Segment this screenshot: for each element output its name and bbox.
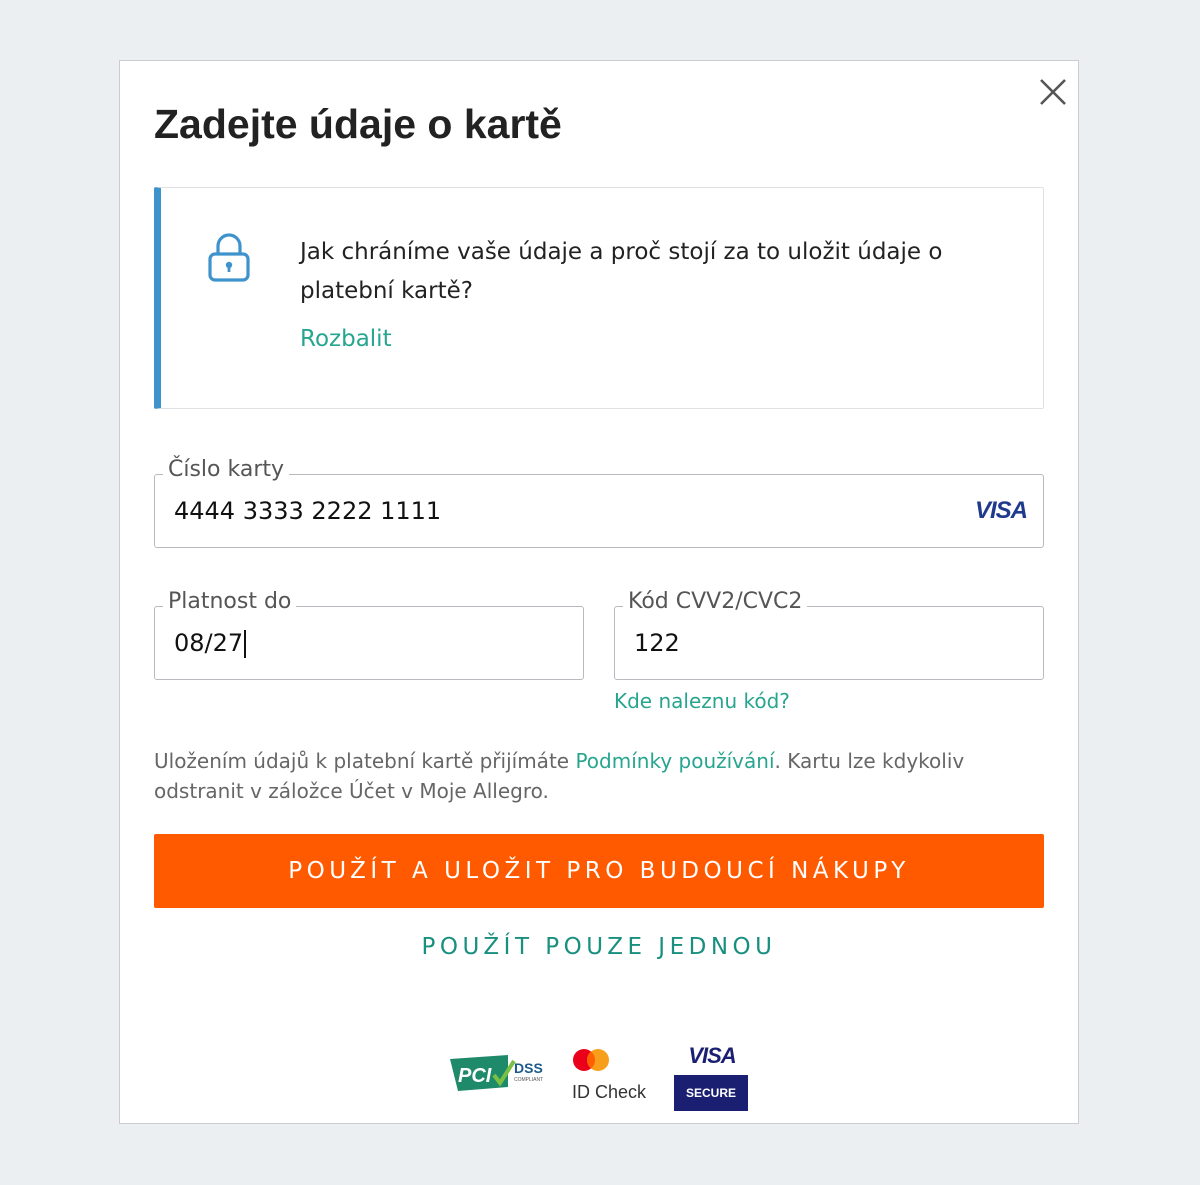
cvv-label: Kód CVV2/CVC2 (623, 587, 808, 617)
security-info-box: Jak chráníme vaše údaje a proč stojí za … (154, 187, 1044, 409)
security-info-text: Jak chráníme vaše údaje a proč stojí za … (300, 239, 943, 304)
terms-prefix: Uložením údajů k platební kartě přijímát… (154, 749, 576, 773)
visa-brand-icon: VISA (974, 497, 1028, 524)
expand-link[interactable]: Rozbalit (300, 326, 392, 352)
card-number-label: Číslo karty (163, 455, 290, 485)
visa-secure-label: SECURE (674, 1075, 748, 1111)
terms-of-use-link[interactable]: Podmínky používání (575, 749, 774, 773)
use-once-button[interactable]: POUŽÍT POUZE JEDNOU (154, 927, 1044, 967)
pci-compliant-label: COMPLIANT (514, 1077, 543, 1083)
expiry-value: 08/27 (174, 629, 244, 657)
card-number-field[interactable]: Číslo karty 4444 3333 2222 1111 VISA (154, 455, 1044, 548)
id-check-label: ID Check (572, 1082, 647, 1102)
close-button[interactable] (1037, 76, 1069, 108)
close-icon (1040, 79, 1066, 105)
use-and-save-button[interactable]: POUŽÍT A ULOŽIT PRO BUDOUCÍ NÁKUPY (154, 834, 1044, 908)
visa-logo: VISA (688, 1043, 736, 1068)
card-details-dialog: Zadejte údaje o kartě Jak chráníme vaše … (119, 60, 1079, 1124)
terms-text: Uložením údajů k platební kartě přijímát… (154, 746, 1034, 806)
lock-icon (208, 233, 250, 282)
card-number-input[interactable]: 4444 3333 2222 1111 (174, 495, 874, 527)
text-caret (244, 630, 247, 658)
expiry-field[interactable]: Platnost do 08/27 (154, 587, 584, 680)
mastercard-icon (573, 1049, 609, 1071)
cvv-help-link[interactable]: Kde naleznu kód? (614, 689, 790, 713)
cvv-field[interactable]: Kód CVV2/CVC2 122 (614, 587, 1044, 680)
dialog-title: Zadejte údaje o kartě (154, 101, 562, 147)
expiry-input[interactable]: 08/27 (174, 627, 554, 659)
pci-dss-badge: PCI DSS COMPLIANT (450, 1055, 543, 1091)
pci-logo-text: PCI (458, 1065, 492, 1087)
expiry-label: Platnost do (163, 587, 297, 617)
cvv-input[interactable]: 122 (634, 627, 1014, 659)
pci-dss-label: DSS (514, 1060, 543, 1076)
